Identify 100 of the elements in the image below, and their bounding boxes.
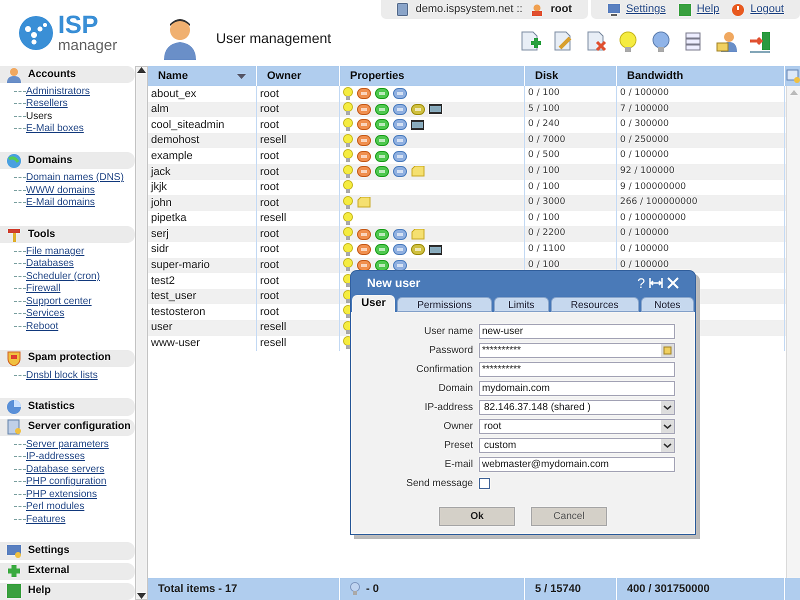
cgi-badge-icon — [357, 260, 371, 271]
scroll-up-icon[interactable] — [137, 67, 146, 73]
exit-icon[interactable] — [748, 30, 772, 54]
table-cell-text: alm — [151, 102, 169, 118]
table-cell-text: test2 — [151, 274, 175, 289]
select-field[interactable]: custom — [479, 438, 675, 453]
logo-icon — [18, 15, 54, 51]
key-icon[interactable] — [661, 344, 674, 357]
input-field[interactable]: webmaster@mydomain.com — [479, 457, 675, 472]
sidebar-link[interactable]: Database servers — [26, 462, 104, 477]
password-field[interactable]: ********** — [479, 343, 675, 358]
sidebar-link[interactable]: Scheduler (cron) — [26, 268, 100, 284]
lightbulb-icon — [343, 102, 353, 116]
note-icon — [411, 166, 425, 178]
sidebar-link[interactable]: Databases — [26, 256, 74, 272]
sidebar-link[interactable]: PHP configuration — [26, 474, 106, 490]
sidebar-link[interactable]: Perl modules — [26, 499, 84, 514]
sidebar-scrollbar[interactable] — [135, 66, 148, 600]
table-cell-text: root — [260, 242, 279, 258]
sidebar-link[interactable]: Server parameters — [26, 436, 109, 452]
dropdown-icon[interactable] — [661, 439, 674, 452]
user-mail-icon[interactable] — [715, 30, 739, 54]
sidebar-link[interactable]: Domain names (DNS) — [26, 170, 124, 186]
section-header[interactable]: Accounts — [0, 66, 135, 84]
section-header[interactable]: Domains — [0, 152, 135, 170]
table-cell-text: 0 / 100000 — [620, 227, 669, 240]
table-cell-text: 0 / 1100 — [528, 242, 566, 256]
section-header[interactable]: Help — [0, 582, 135, 600]
section-header[interactable]: Server configuration — [0, 418, 135, 436]
dialog-tab[interactable]: Limits — [494, 297, 549, 312]
dialog-tab[interactable]: Resources — [550, 297, 639, 312]
section-header[interactable]: Tools — [0, 226, 135, 244]
ssi-badge-icon — [393, 166, 407, 178]
scroll-down-icon[interactable] — [137, 593, 146, 599]
logo-text: ISP — [58, 13, 100, 38]
sidebar-link[interactable]: Reboot — [26, 318, 58, 334]
top-link[interactable]: Help — [696, 1, 720, 18]
dialog-tab[interactable]: Permissions — [397, 297, 492, 312]
column-header[interactable]: Name — [158, 68, 188, 84]
table-scrollbar[interactable] — [786, 86, 800, 578]
sidebar-link[interactable]: Features — [26, 512, 66, 527]
sidebar-link[interactable]: File manager — [26, 244, 84, 259]
sidebar-link[interactable]: Administrators — [26, 84, 90, 99]
section-title: Statistics — [28, 399, 75, 414]
lightbulb-icon — [350, 582, 360, 596]
input-field[interactable]: ********** — [479, 362, 675, 377]
table-cell-text: 0 / 100 — [528, 165, 560, 178]
sidebar-link[interactable]: Firewall — [26, 281, 60, 296]
table-cell-text: 0 / 100 — [528, 258, 560, 272]
top-link[interactable]: Settings — [626, 1, 666, 18]
input-field[interactable]: new-user — [479, 324, 675, 339]
dialog-tab[interactable]: Notes — [640, 297, 694, 312]
terminal-icon — [429, 104, 442, 114]
help-button[interactable]: ? — [637, 276, 645, 290]
sidebar-link[interactable]: E-Mail domains — [26, 195, 95, 210]
sidebar-link[interactable]: Support center — [26, 294, 92, 309]
sidebar-link[interactable]: E-Mail boxes — [26, 121, 84, 136]
top-link[interactable]: Logout — [750, 1, 784, 18]
sidebar-link[interactable]: Services — [26, 306, 64, 322]
section-header[interactable]: Spam protection — [0, 350, 135, 367]
table-cell-text: resell — [260, 211, 286, 226]
section-header[interactable]: Statistics — [0, 398, 135, 416]
sidebar-link[interactable]: WWW domains — [26, 182, 95, 198]
php-badge-icon — [375, 104, 389, 115]
sidebar-link[interactable]: IP-addresses — [26, 449, 85, 464]
terminal-icon — [429, 244, 442, 255]
dropdown-icon[interactable] — [661, 401, 674, 414]
resize-icon[interactable] — [649, 277, 663, 289]
ssi-badge-icon — [393, 244, 407, 256]
dialog-button[interactable]: Ok — [439, 507, 515, 526]
field-label: Domain — [438, 382, 473, 396]
table-cell-text: root — [260, 196, 279, 211]
section-title: Settings — [28, 543, 70, 558]
dropdown-icon[interactable] — [661, 420, 674, 433]
dialog-tab[interactable]: User — [352, 295, 395, 312]
monitor-icon — [6, 542, 22, 559]
section-header[interactable]: External — [0, 562, 135, 580]
section-title: Server configuration — [28, 419, 131, 434]
sidebar-link[interactable]: Resellers — [26, 96, 68, 112]
input-field[interactable]: mydomain.com — [479, 381, 675, 396]
section-header[interactable]: Settings — [0, 542, 135, 560]
sort-icon[interactable] — [237, 74, 246, 78]
select-field[interactable]: 82.146.37.148 (shared ) — [479, 400, 675, 415]
close-icon[interactable] — [667, 277, 679, 289]
table-cell-text: 0 / 100 — [528, 180, 560, 194]
section-title: Spam protection — [28, 350, 111, 366]
checkbox[interactable] — [479, 478, 490, 489]
php-badge-icon — [375, 228, 389, 240]
page-title: User management — [216, 28, 332, 48]
shield-icon — [6, 350, 22, 366]
column-settings-icon[interactable] — [786, 69, 800, 83]
footer-count: - 0 — [366, 582, 379, 597]
sidebar-link[interactable]: Users — [26, 108, 52, 124]
table-cell-text: 0 / 500 — [528, 149, 560, 162]
select-field[interactable]: root — [479, 419, 675, 434]
cgi-badge-icon — [357, 228, 371, 240]
sidebar-link[interactable]: PHP extensions — [26, 486, 97, 502]
dialog-button[interactable]: Cancel — [531, 507, 607, 526]
sidebar-link[interactable]: Dnsbl block lists — [26, 368, 98, 383]
table-cell-text: 0 / 100000 — [620, 87, 669, 100]
